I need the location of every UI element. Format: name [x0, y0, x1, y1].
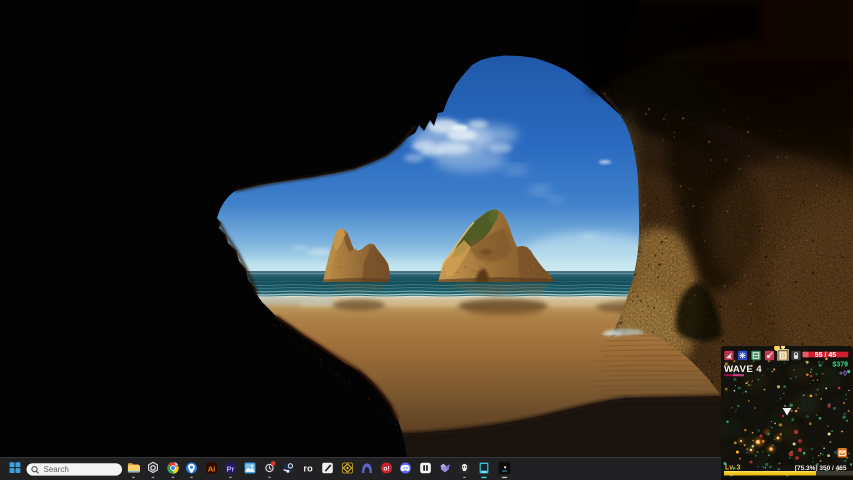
- svg-text:55 / 45: 55 / 45: [815, 352, 837, 359]
- svg-text:WAVE 4: WAVE 4: [724, 364, 762, 375]
- svg-text:ro: ro: [303, 463, 313, 474]
- svg-text:[75.3%] 350 / 465: [75.3%] 350 / 465: [795, 465, 847, 472]
- svg-text:Lv. 3: Lv. 3: [725, 464, 741, 471]
- svg-text:+0: +0: [839, 371, 847, 378]
- svg-text:Ai: Ai: [208, 464, 216, 473]
- svg-text:o!: o!: [383, 466, 389, 473]
- svg-text:Pr: Pr: [226, 464, 234, 473]
- svg-text:Search: Search: [44, 465, 69, 474]
- svg-text:$379: $379: [832, 361, 848, 368]
